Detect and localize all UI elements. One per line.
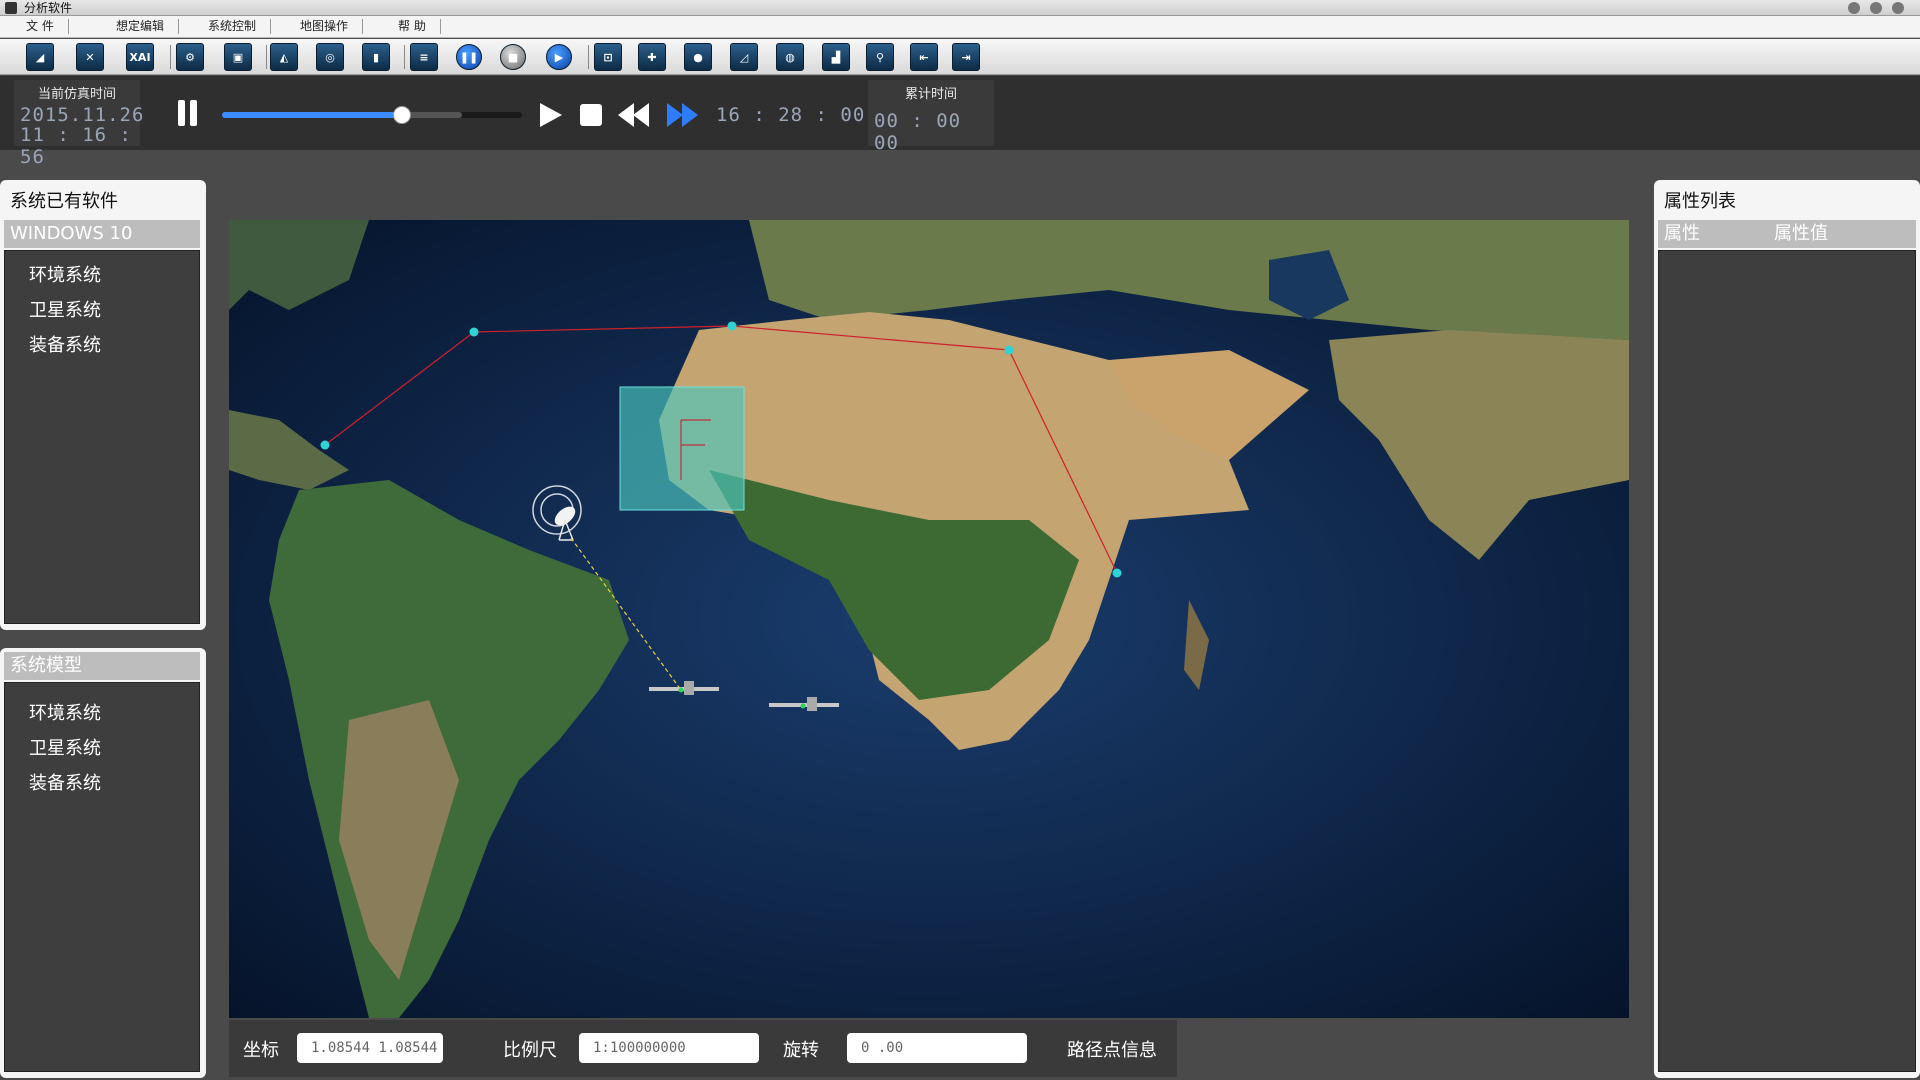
- toolbar: ◢ ✕ XAI ⚙ ▣ ◭ ◎ ▮ ≡ ❚❚ ■ ▶ ⊡ ✚ ● ◿ ◍ ▟ ⚲…: [0, 39, 1920, 75]
- software-panel: 系统已有软件 WINDOWS 10 环境系统 卫星系统 装备系统: [0, 180, 206, 630]
- software-panel-title: 系统已有软件: [10, 191, 118, 212]
- progress-thumb[interactable]: [393, 106, 411, 124]
- back-icon[interactable]: ⇤: [910, 43, 938, 71]
- property-table-header: 属性 属性值: [1658, 220, 1916, 248]
- menu-file[interactable]: 文 件: [26, 19, 69, 34]
- tree-item-environment[interactable]: 环境系统: [29, 699, 101, 725]
- rotate-label: 旋转: [783, 1040, 819, 1061]
- minimize-button[interactable]: [1848, 2, 1860, 14]
- frame-icon[interactable]: ▣: [224, 43, 252, 71]
- earth-icon[interactable]: ◍: [776, 43, 804, 71]
- menu-scenario-edit[interactable]: 想定编辑: [116, 19, 180, 34]
- scale-label: 比例尺: [503, 1040, 557, 1061]
- toolbar-divider: [266, 45, 267, 69]
- toolbar-divider: [404, 45, 405, 69]
- layer-icon[interactable]: ◢: [26, 43, 54, 71]
- page-icon[interactable]: ▮: [362, 43, 390, 71]
- waypoint[interactable]: [1004, 345, 1014, 355]
- progress-slider[interactable]: [222, 106, 522, 124]
- waypoint[interactable]: [727, 321, 737, 331]
- property-value-column: 属性值: [1774, 223, 1828, 244]
- status-bar: 坐标 1.08544 1.08544 比例尺 1:100000000 旋转 0 …: [229, 1020, 1177, 1077]
- pause-button[interactable]: [178, 100, 200, 126]
- play-icon[interactable]: ▶: [546, 44, 572, 70]
- stop-icon[interactable]: ■: [500, 44, 526, 70]
- elapsed-time-box: 累计时间 00 : 00 00: [868, 80, 994, 154]
- pause-bar-right: [190, 100, 197, 126]
- play-button[interactable]: [540, 103, 562, 127]
- shape-icon[interactable]: ◭: [270, 43, 298, 71]
- progress-fill: [222, 112, 402, 118]
- chart-icon[interactable]: ▟: [822, 43, 850, 71]
- map-canvas[interactable]: [229, 220, 1629, 1018]
- property-table: [1658, 250, 1916, 1072]
- rotate-field[interactable]: 0 .00: [847, 1033, 1027, 1063]
- os-header[interactable]: WINDOWS 10: [4, 220, 200, 248]
- coord-label: 坐标: [243, 1040, 279, 1061]
- menu-system-control[interactable]: 系统控制: [208, 19, 272, 34]
- elapsed-time-label: 累计时间: [904, 87, 957, 102]
- rewind-button[interactable]: [618, 103, 652, 127]
- forward-arrow: [682, 103, 698, 127]
- tree-item-satellite[interactable]: 卫星系统: [29, 734, 101, 760]
- elapsed-time: 00 : 00 00: [874, 110, 962, 154]
- pause-bar-left: [178, 100, 185, 126]
- model-panel: 系统模型 环境系统 卫星系统 装备系统: [0, 648, 206, 1078]
- property-panel-title: 属性列表: [1664, 191, 1736, 212]
- window-title: 分析软件: [24, 1, 73, 15]
- model-list: 环境系统 卫星系统 装备系统: [4, 682, 200, 1072]
- select-icon[interactable]: ⊡: [594, 43, 622, 71]
- menu-map-operation[interactable]: 地图操作: [300, 19, 364, 34]
- playback-bar: 当前仿真时间 2015.11.26 11 : 16 : 56 16 : 28 :…: [0, 76, 1920, 168]
- fast-forward-button[interactable]: [667, 103, 701, 127]
- forward-icon[interactable]: ⇥: [952, 43, 980, 71]
- current-time: 11 : 16 : 56: [20, 124, 132, 168]
- current-date: 2015.11.26: [20, 104, 145, 126]
- tree-item-equipment[interactable]: 装备系统: [29, 769, 101, 795]
- tree-item-environment[interactable]: 环境系统: [29, 261, 101, 287]
- toolbar-divider: [588, 45, 589, 69]
- settings-icon[interactable]: ⚙: [176, 43, 204, 71]
- waypoint[interactable]: [469, 327, 479, 337]
- rewind-arrow: [618, 103, 634, 127]
- tree-item-satellite[interactable]: 卫星系统: [29, 296, 101, 322]
- highlight-region[interactable]: [619, 386, 745, 511]
- waypoint[interactable]: [320, 440, 330, 450]
- close-button[interactable]: [1892, 2, 1904, 14]
- maximize-button[interactable]: [1870, 2, 1882, 14]
- zoom-icon[interactable]: ⚲: [866, 43, 894, 71]
- model-header[interactable]: 系统模型: [4, 652, 200, 680]
- doc-icon[interactable]: ≡: [410, 43, 438, 71]
- title-bar: 分析软件: [0, 0, 1920, 16]
- globe-icon[interactable]: ●: [684, 43, 712, 71]
- tree-item-equipment[interactable]: 装备系统: [29, 331, 101, 357]
- ring-icon[interactable]: ◎: [316, 43, 344, 71]
- corner-icon[interactable]: ◿: [730, 43, 758, 71]
- playback-clock: 16 : 28 : 00: [716, 104, 866, 126]
- menu-help[interactable]: 帮 助: [398, 19, 441, 34]
- app-icon: [5, 2, 17, 14]
- cross-icon[interactable]: ✕: [76, 43, 104, 71]
- current-time-label: 当前仿真时间: [37, 87, 116, 102]
- menu-bar: 文 件 想定编辑 系统控制 地图操作 帮 助: [0, 16, 1920, 38]
- xai-icon[interactable]: XAI: [126, 43, 154, 71]
- plus-icon[interactable]: ✚: [638, 43, 666, 71]
- coord-field[interactable]: 1.08544 1.08544: [297, 1033, 443, 1063]
- property-column: 属性: [1664, 223, 1700, 244]
- current-time-box: 当前仿真时间 2015.11.26 11 : 16 : 56: [14, 80, 143, 168]
- map-view[interactable]: [229, 220, 1629, 1018]
- stop-button[interactable]: [580, 104, 602, 126]
- property-panel: 属性列表 属性 属性值: [1654, 180, 1920, 1078]
- route-info-button[interactable]: 路径点信息: [1067, 1036, 1157, 1062]
- scale-field[interactable]: 1:100000000: [579, 1033, 759, 1063]
- waypoint[interactable]: [1112, 568, 1122, 578]
- forward-arrow: [667, 103, 683, 127]
- rewind-arrow: [633, 103, 649, 127]
- pause-icon[interactable]: ❚❚: [456, 44, 482, 70]
- software-list: 环境系统 卫星系统 装备系统: [4, 250, 200, 624]
- toolbar-divider: [170, 45, 171, 69]
